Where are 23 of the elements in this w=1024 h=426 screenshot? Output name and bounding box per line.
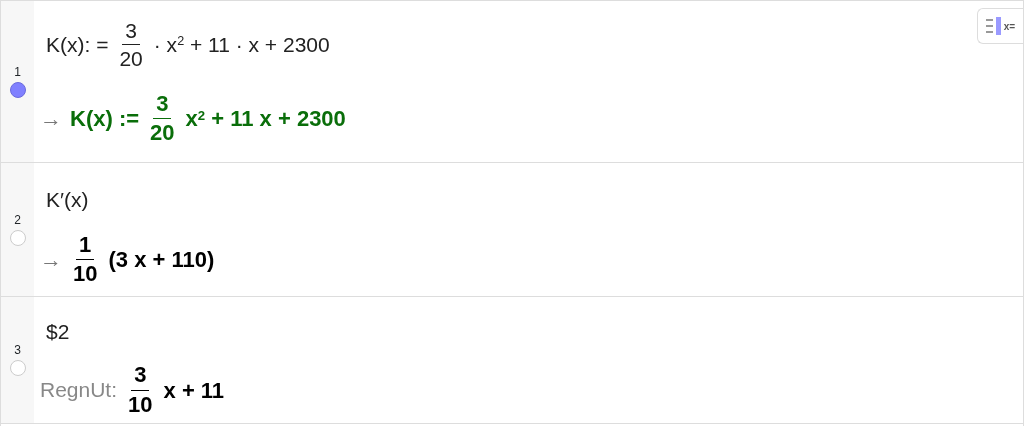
row-number: 1 [14,65,21,78]
fraction: 3 20 [149,92,176,146]
visibility-toggle[interactable] [9,81,26,98]
arrow-symbol: → [40,105,62,134]
fraction: 1 10 [72,233,99,287]
math-text: K′(x) [46,186,89,213]
algebra-toggle-button[interactable]: x= [977,8,1023,44]
math-text: · x$^{2}$ + 11 · x + 2300 [153,31,330,58]
list-icon [985,17,1002,35]
math-text: x + 11 [163,376,225,405]
row-number: 2 [14,213,21,226]
visibility-toggle[interactable] [9,360,26,376]
math-text: K(x): = [46,31,109,58]
fraction: 3 10 [127,363,154,417]
math-text: x$^{2}$ + 11 x + 2300 [185,105,346,134]
arrow-symbol: → [40,246,62,275]
fraction: 3 20 [118,18,144,70]
math-text: (3 x + 110) [108,246,215,275]
row-number: 3 [14,344,21,356]
math-text: K(x) := [70,105,140,134]
output-label: RegnUt: [40,377,118,404]
math-text: $2 [46,319,70,346]
visibility-toggle[interactable] [9,229,26,246]
